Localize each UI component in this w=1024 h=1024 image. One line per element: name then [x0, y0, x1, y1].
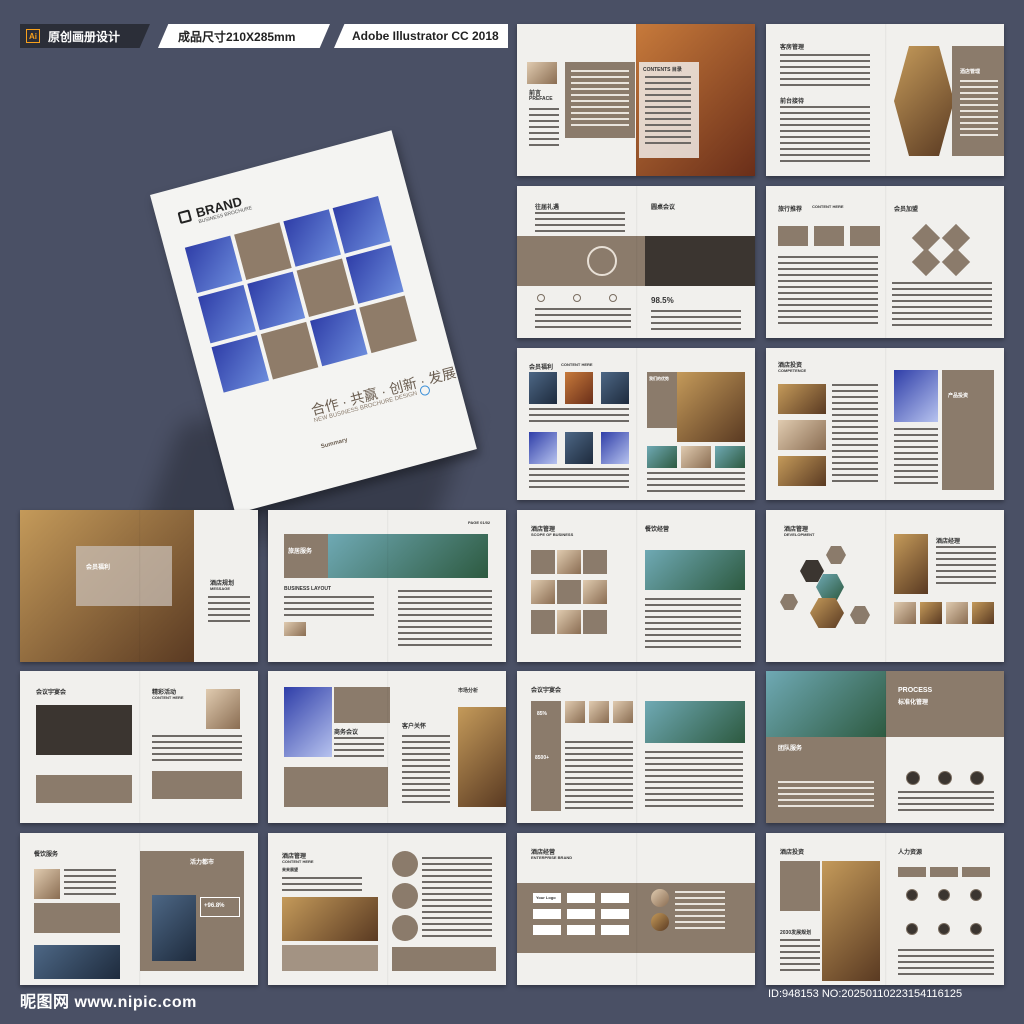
header-label-size: 成品尺寸210X285mm: [178, 29, 296, 44]
cover-tile: [309, 308, 368, 367]
page-number: PAGE 01/02: [468, 520, 491, 525]
spread-13: 会议宇宴会 85% 8500+: [517, 671, 755, 823]
spread-photo: [527, 62, 557, 84]
spread-title: 产品投资: [948, 393, 969, 399]
spread-title: 酒店管理: [960, 69, 981, 75]
cover-tile: [332, 196, 391, 254]
cover-tile: [234, 222, 292, 281]
spread-stat: 85%: [537, 711, 548, 717]
spread-17: 酒店经营 ENTERPRISE BRAND Your Logo: [517, 833, 755, 985]
spread-title: 会员加盟: [894, 207, 919, 213]
spread-10: 酒店管理 DEVELOPMENT 酒店经理: [766, 510, 1004, 662]
spread-14: PROCESS 标准化管理 团队服务: [766, 671, 1004, 823]
spread-subtitle: 2030发展规划: [780, 930, 812, 936]
spread-12: 商务会议 客户关怀 市场分析: [268, 671, 506, 823]
spread-subtitle: 标准化管理: [898, 700, 929, 706]
cover-title: 合作 · 共赢 · 创新 · 发展: [309, 364, 458, 419]
spread-18: 酒店投资 2030发展规划 人力资源: [766, 833, 1004, 985]
cover-tile: [247, 271, 306, 330]
spread-subtitle: MESSAGE: [210, 586, 231, 591]
spread-subtitle: DEVELOPMENT: [784, 532, 815, 537]
header-label-original: 原创画册设计: [48, 29, 121, 44]
cover-tile: [296, 258, 355, 317]
cover-tile: [283, 209, 342, 268]
spread-title: 餐饮经营: [645, 527, 670, 533]
spread-11: 会议宇宴会 精彩活动 CONTENT HERE: [20, 671, 258, 823]
spread-title: 市场分析: [458, 688, 479, 694]
spread-title: 会员福利: [86, 565, 111, 571]
spread-title: 酒店投资: [780, 850, 805, 856]
spread-title: 人力资源: [898, 850, 923, 856]
spread-5: 会员福利 CONTENT HERE 我们的优势: [517, 348, 755, 500]
spread-title: 圆桌会议: [651, 205, 676, 211]
spread-7: 会员福利 酒店规划 MESSAGE: [20, 510, 258, 662]
spread-15: 餐饮服务 活力都市 +96.8%: [20, 833, 258, 985]
cover-tile: [211, 334, 270, 393]
spread-subtitle: CONTENT HERE: [561, 362, 593, 367]
cover-photo-grid: [184, 196, 417, 393]
spread-stat: 8500+: [535, 755, 550, 761]
spread-subtitle: 来来展望: [282, 867, 298, 872]
spread-title: 酒店经理: [936, 539, 961, 545]
spread-title: 团队服务: [778, 746, 803, 752]
spread-1: 前言 PREFACE CONTENTS 目录: [517, 24, 755, 176]
spread-2: 客房管理 前台接待 酒店管理: [766, 24, 1004, 176]
cover-summary: Summary: [320, 437, 349, 451]
spread-title: 我们的优势: [649, 376, 669, 381]
spread-title: 客房管理: [780, 45, 805, 51]
watermark-left: 昵图网 www.nipic.com: [20, 994, 197, 1011]
header-badge-software: Adobe Illustrator CC 2018: [334, 24, 508, 48]
spread-photo: [645, 236, 755, 286]
watermark-right: ID:948153 NO:20250110223154116125: [768, 988, 963, 1000]
spread-stat: +96.8%: [204, 903, 225, 909]
spread-title: 旅行推荐: [778, 207, 803, 213]
spread-title: 会员福利: [529, 365, 554, 371]
spread-subtitle: CONTENT HERE: [282, 859, 314, 864]
spread-title: 会议宇宴会: [36, 690, 67, 696]
spread-subtitle: ENTERPRISE BRAND: [531, 855, 573, 860]
header-badge-size: 成品尺寸210X285mm: [158, 24, 330, 48]
cycle-icon: [587, 246, 617, 276]
spread-stat: 98.5%: [651, 296, 674, 305]
spread-title: PROCESS: [898, 687, 933, 694]
spread-title: 餐饮服务: [34, 852, 59, 858]
logo-placeholder: Your Logo: [536, 895, 556, 900]
spread-title: 往届礼遇: [535, 205, 560, 211]
spread-9: 酒店管理 SCOPE OF BUSINESS 餐饮经营: [517, 510, 755, 662]
spread-subtitle: CONTENT HERE: [152, 695, 184, 700]
spread-title: 前台接待: [780, 99, 805, 105]
header-badge-original: Ai 原创画册设计: [20, 24, 150, 48]
spread-16: 酒店管理 CONTENT HERE 来来展望: [268, 833, 506, 985]
cover-tile: [260, 321, 319, 380]
contents-title: CONTENTS 目录: [643, 67, 682, 73]
spread-title: 商务会议: [334, 730, 359, 736]
hexagon-photo: [894, 46, 954, 156]
spread-6: 酒店投资 COMPETENCE 产品投资: [766, 348, 1004, 500]
spread-3: 往届礼遇 圆桌会议 98.5%: [517, 186, 755, 338]
spread-title: 活力都市: [190, 860, 215, 866]
cover-tile: [184, 235, 243, 294]
cover-tile: [198, 285, 256, 344]
spread-subtitle: CONTENT HERE: [812, 204, 844, 209]
illustrator-icon: Ai: [26, 29, 40, 43]
spread-subtitle: BUSINESS LAYOUT: [284, 586, 332, 592]
cover-tile: [359, 295, 417, 354]
spread-title: 会议宇宴会: [531, 688, 562, 694]
cover-tile: [345, 245, 404, 304]
spread-8: PAGE 01/02 旅居服务 BUSINESS LAYOUT: [268, 510, 506, 662]
spread-subtitle: PREFACE: [529, 96, 553, 102]
spread-title: 客户关怀: [402, 724, 427, 730]
brand-hexagon-icon: [177, 209, 193, 225]
spread-4: 旅行推荐 CONTENT HERE 会员加盟: [766, 186, 1004, 338]
spread-title: 旅居服务: [288, 549, 313, 555]
header-label-software: Adobe Illustrator CC 2018: [352, 29, 499, 43]
spread-subtitle: COMPETENCE: [778, 368, 807, 373]
spread-subtitle: SCOPE OF BUSINESS: [531, 532, 574, 537]
